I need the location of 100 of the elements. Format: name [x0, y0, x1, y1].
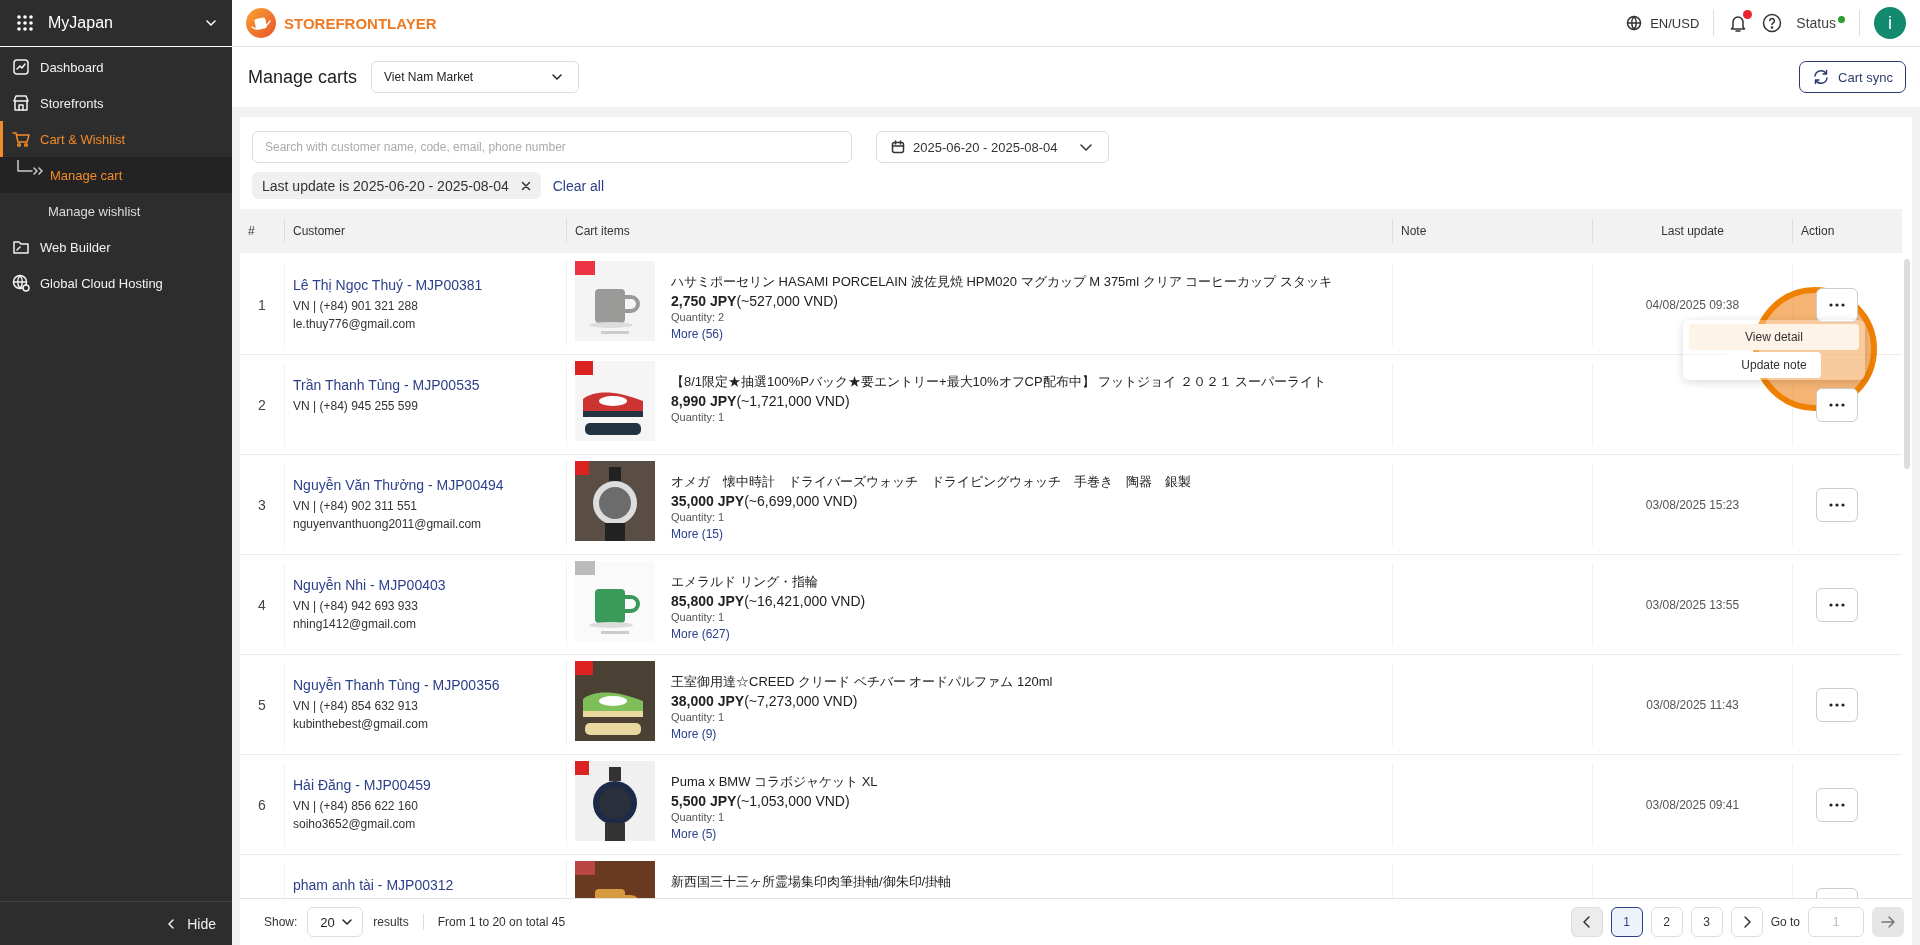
- workspace-name: MyJapan: [48, 14, 114, 32]
- customer-phone: VN | (+84) 901 321 288: [293, 299, 418, 313]
- calendar-icon: [891, 140, 905, 154]
- next-page-button[interactable]: [1730, 907, 1763, 937]
- customer-phone: VN | (+84) 854 632 913: [293, 699, 418, 713]
- row-number: 3: [258, 496, 266, 513]
- row-actions-button[interactable]: [1815, 787, 1858, 822]
- column-header: Customer: [284, 219, 566, 243]
- more-dots-icon: [1828, 702, 1845, 707]
- help-icon[interactable]: [1762, 13, 1783, 33]
- sidebar-item[interactable]: Web Builder: [0, 229, 232, 265]
- sidebar-item[interactable]: Dashboard: [0, 49, 232, 85]
- dashboard-icon: [12, 58, 30, 76]
- page-button[interactable]: 2: [1650, 907, 1683, 937]
- previous-page-button[interactable]: [1570, 907, 1603, 937]
- scrollbar-thumb[interactable]: [1904, 259, 1910, 469]
- customer-name-link[interactable]: Nguyễn Văn Thưởng - MJP00494: [293, 477, 504, 493]
- globe-icon: [1626, 15, 1643, 31]
- customer-name-link[interactable]: Hải Đăng - MJP00459: [293, 777, 431, 793]
- customer-phone: VN | (+84) 945 255 599: [293, 399, 418, 413]
- quantity-text: Quantity: 1: [671, 411, 726, 423]
- row-actions-button[interactable]: [1815, 487, 1858, 522]
- status-label: Status: [1796, 15, 1836, 31]
- column-header: Action: [1792, 219, 1902, 243]
- product-title: 王室御用達☆CREED クリード ベチバー オードパルファム 120ml: [671, 673, 1053, 691]
- product-title: 新西国三十三ヶ所霊場集印肉筆掛軸/御朱印/掛軸: [671, 873, 952, 891]
- product-price: 8,990 JPY(~1,721,000 VND): [671, 393, 851, 409]
- column-header: Last update: [1592, 219, 1792, 243]
- page-button[interactable]: 3: [1690, 907, 1723, 937]
- customer-email: nguyenvanthuong2011@gmail.com: [293, 517, 482, 531]
- search-field[interactable]: Search with customer name, code, email, phone number: [252, 131, 852, 163]
- more-items-link[interactable]: More (15): [671, 527, 1191, 541]
- sidebar-item[interactable]: Storefronts: [0, 85, 232, 121]
- quantity-text: Quantity: 1: [671, 811, 726, 823]
- close-icon[interactable]: [520, 180, 531, 191]
- column-header: Note: [1392, 219, 1592, 243]
- sync-icon: [1812, 68, 1831, 86]
- cart-icon: [12, 130, 30, 148]
- date-range-picker[interactable]: 2025-06-20 - 2025-08-04: [876, 131, 1109, 163]
- product-title: Puma x BMW コラボジャケット XL: [671, 773, 878, 791]
- last-update-time: 03/08/2025 13:55: [1645, 597, 1740, 612]
- results-label: results: [373, 915, 409, 929]
- globe-icon: [12, 274, 30, 292]
- brand-logo-icon: [246, 8, 276, 38]
- more-items-link[interactable]: More (9): [671, 727, 1053, 741]
- cart-sync-button[interactable]: Cart sync: [1799, 61, 1906, 93]
- page-size-select[interactable]: 20: [307, 907, 364, 937]
- page-button[interactable]: 1: [1610, 907, 1643, 937]
- customer-name-link[interactable]: Nguyễn Nhi - MJP00403: [293, 577, 446, 593]
- go-to-label: Go to: [1770, 915, 1800, 929]
- more-dots-icon: [1828, 302, 1845, 307]
- filter-chip: Last update is 2025-06-20 - 2025-08-04: [252, 172, 541, 199]
- customer-name-link[interactable]: Trần Thanh Tùng - MJP00535: [293, 377, 480, 393]
- more-dots-icon: [1828, 602, 1845, 607]
- go-button[interactable]: [1872, 907, 1904, 937]
- quantity-text: Quantity: 2: [671, 311, 726, 323]
- last-update-time: 03/08/2025 11:43: [1646, 697, 1739, 712]
- row-actions-button[interactable]: [1815, 287, 1858, 322]
- more-items-link[interactable]: More (56): [671, 327, 1332, 341]
- row-number: 2: [258, 396, 266, 413]
- customer-phone: VN | (+84) 856 622 160: [293, 799, 418, 813]
- product-title: 【8/1限定★抽選100%Pバック★要エントリー+最大10%オフCP配布中】 フットジョイ ２０２１ スーパーライト: [671, 373, 1327, 391]
- row-actions-button[interactable]: [1815, 687, 1858, 722]
- product-title: オメガ 懐中時計 ドライバーズウォッチ ドライビングウォッチ 手巻き 陶器 銀製: [671, 473, 1191, 491]
- column-header: Cart items: [566, 219, 1392, 243]
- menu-item[interactable]: Update note: [1727, 352, 1821, 378]
- brand-name: STOREFRONTLAYER: [284, 14, 437, 32]
- clear-all-link[interactable]: Clear all: [552, 177, 605, 194]
- column-header: #: [247, 223, 256, 240]
- customer-phone: VN | (+84) 942 693 933: [293, 599, 418, 613]
- last-update-time: 03/08/2025 15:23: [1645, 497, 1740, 512]
- customer-email: kubinthebest@gmail.com: [293, 717, 428, 731]
- more-dots-icon: [1828, 502, 1845, 507]
- folder-icon: [12, 238, 30, 256]
- go-to-page-field[interactable]: 1: [1808, 907, 1864, 937]
- market-select[interactable]: Viet Nam Market: [371, 61, 580, 93]
- locale-switcher[interactable]: EN/USD: [1626, 15, 1700, 31]
- product-price: 5,500 JPY(~1,053,000 VND): [671, 793, 851, 809]
- user-avatar[interactable]: i: [1874, 7, 1906, 39]
- product-price: 38,000 JPY(~7,273,000 VND): [671, 693, 859, 709]
- sidebar-item[interactable]: Global Cloud Hosting: [0, 265, 232, 301]
- row-number: 1: [258, 296, 266, 313]
- product-title: ハサミポーセリン HASAMI PORCELAIN 波佐見焼 HPM020 マグカップ M 375ml クリア コーヒーカップ スタッキ: [671, 273, 1332, 291]
- customer-name-link[interactable]: Lê Thị Ngọc Thuý - MJP00381: [293, 277, 483, 293]
- more-items-link[interactable]: More (627): [671, 627, 866, 641]
- sidebar-subitem[interactable]: Manage wishlist: [0, 193, 232, 229]
- customer-name-link[interactable]: Nguyễn Thanh Tùng - MJP00356: [293, 677, 500, 693]
- menu-item[interactable]: View detail: [1689, 324, 1859, 350]
- more-items-link[interactable]: More (5): [671, 827, 878, 841]
- customer-name-link[interactable]: pham anh tài - MJP00312: [293, 877, 454, 893]
- branch-arrow-icon: [16, 160, 46, 178]
- last-update-time: 03/08/2025 09:41: [1645, 797, 1740, 812]
- more-dots-icon: [1828, 802, 1845, 807]
- row-actions-button[interactable]: [1815, 587, 1858, 622]
- row-actions-button[interactable]: [1815, 387, 1858, 422]
- customer-email: le.thuy776@gmail.com: [293, 317, 416, 331]
- apps-grid-icon: [16, 14, 34, 32]
- results-summary: From 1 to 20 on total 45: [437, 915, 566, 929]
- product-price: 2,750 JPY(~527,000 VND): [671, 293, 839, 309]
- sidebar-subitem[interactable]: Manage cart: [0, 157, 232, 193]
